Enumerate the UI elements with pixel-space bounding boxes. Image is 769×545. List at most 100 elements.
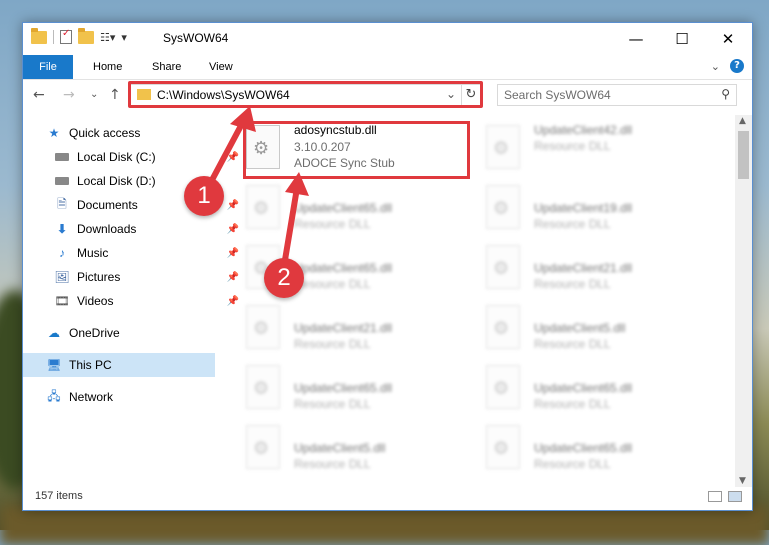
address-highlight-box (128, 81, 483, 108)
file-type: Resource DLL (534, 457, 611, 471)
expand-ribbon-icon[interactable]: ⌄ (711, 60, 720, 73)
back-arrow-icon[interactable]: ← (33, 87, 45, 103)
star-icon: ★ (48, 126, 60, 140)
item-count: 157 items (35, 490, 83, 502)
recent-locations-icon[interactable]: ⌄ (90, 89, 98, 100)
sidebar-item-network[interactable]: 🖧 Network (23, 385, 237, 409)
maximize-button[interactable]: ☐ (659, 23, 705, 55)
tab-file[interactable]: File (23, 55, 73, 79)
sidebar-item-label: Local Disk (D:) (77, 174, 156, 188)
dll-file-icon (246, 185, 280, 229)
documents-icon: 🗎 (57, 196, 67, 211)
file-item[interactable]: UpdateClient21.dll Resource DLL (236, 299, 466, 357)
search-input[interactable]: Search SysWOW64 ⚲ (497, 84, 737, 106)
file-type: Resource DLL (534, 139, 611, 153)
help-icon[interactable]: ? (730, 59, 744, 73)
details-view-icon[interactable] (708, 491, 722, 502)
computer-icon: 🖥 (46, 358, 62, 372)
navigation-pane: ★ Quick access Local Disk (C:) 📌 Local D… (23, 115, 239, 475)
dll-file-icon (486, 365, 520, 409)
sidebar-item-pictures[interactable]: 🖼 Pictures 📌 (23, 265, 245, 289)
dll-file-icon (486, 185, 520, 229)
file-name: UpdateClient21.dll (534, 261, 633, 275)
sidebar-item-label: Local Disk (C:) (77, 150, 156, 164)
download-icon: ⬇ (56, 222, 68, 236)
minimize-button[interactable]: — (613, 23, 659, 55)
file-name: UpdateClient21.dll (294, 321, 393, 335)
vertical-scrollbar[interactable]: ▲ ▼ (735, 115, 752, 487)
file-highlight-box (243, 121, 470, 179)
file-name: UpdateClient5.dll (294, 441, 386, 455)
file-name: UpdateClient42.dll (534, 123, 633, 137)
scrollbar-thumb[interactable] (738, 131, 749, 179)
tab-view[interactable]: View (197, 55, 245, 79)
file-item[interactable]: UpdateClient5.dll Resource DLL (236, 419, 466, 477)
explorer-window: ☷▾ ▾ SysWOW64 — ☐ ✕ File Home Share View… (22, 22, 753, 511)
file-type: Resource DLL (534, 217, 611, 231)
window-title: SysWOW64 (163, 31, 229, 45)
customize-toolbar-icon[interactable]: ☷▾ (100, 31, 115, 44)
dll-file-icon (486, 305, 520, 349)
sidebar-item-label: Documents (77, 198, 138, 212)
new-folder-icon[interactable] (78, 27, 94, 44)
step-1-marker: 1 (184, 176, 224, 216)
dll-file-icon (246, 425, 280, 469)
file-item[interactable]: UpdateClient19.dll Resource DLL (476, 179, 706, 237)
up-arrow-icon[interactable]: ↑ (109, 87, 121, 103)
file-name: UpdateClient65.dll (534, 441, 633, 455)
file-type: Resource DLL (534, 397, 611, 411)
sidebar-item-label: OneDrive (69, 326, 120, 340)
properties-icon[interactable] (60, 28, 72, 44)
videos-icon: 🎞 (54, 294, 70, 308)
close-button[interactable]: ✕ (705, 23, 751, 55)
file-item[interactable]: UpdateClient5.dll Resource DLL (476, 299, 706, 357)
sidebar-item-label: Quick access (69, 126, 141, 140)
file-name: UpdateClient19.dll (534, 201, 633, 215)
forward-arrow-icon[interactable]: → (63, 87, 75, 103)
search-icon[interactable]: ⚲ (721, 87, 730, 101)
file-name: UpdateClient65.dll (294, 381, 393, 395)
tab-share[interactable]: Share (140, 55, 193, 79)
navigation-bar: ← → ⌄ ↑ C:\Windows\SysWOW64 ⌄ ↻ Search S… (23, 80, 752, 112)
network-icon: 🖧 (47, 388, 61, 403)
file-item[interactable]: UpdateClient65.dll Resource DLL (476, 359, 706, 417)
file-type: Resource DLL (294, 277, 371, 291)
file-item[interactable]: UpdateClient42.dll Resource DLL (476, 119, 706, 177)
toolbar-divider (53, 30, 54, 44)
sidebar-item-quick-access[interactable]: ★ Quick access (23, 121, 237, 145)
file-name: UpdateClient5.dll (534, 321, 626, 335)
step-2-marker: 2 (264, 258, 304, 298)
pictures-icon: 🖼 (54, 270, 70, 284)
sidebar-item-onedrive[interactable]: ☁ OneDrive (23, 321, 237, 345)
ribbon-tabs: File Home Share View (23, 55, 752, 80)
sidebar-item-downloads[interactable]: ⬇ Downloads 📌 (23, 217, 245, 241)
sidebar-item-label: Pictures (77, 270, 121, 284)
ribbon-controls: ⌄ ? (711, 59, 744, 73)
sidebar-item-this-pc[interactable]: 🖥 This PC (23, 353, 215, 377)
cloud-icon: ☁ (48, 326, 60, 340)
search-placeholder: Search SysWOW64 (504, 88, 611, 102)
toolbar-dropdown-icon[interactable]: ▾ (121, 31, 127, 44)
status-bar: 157 items (23, 484, 752, 510)
dll-file-icon (246, 305, 280, 349)
sidebar-item-label: This PC (69, 358, 112, 372)
file-item[interactable]: UpdateClient65.dll Resource DLL (476, 419, 706, 477)
sidebar-item-music[interactable]: ♪ Music 📌 (23, 241, 245, 265)
file-item[interactable]: UpdateClient65.dll Resource DLL (236, 359, 466, 417)
file-item[interactable]: UpdateClient65.dll Resource DLL (236, 179, 466, 237)
sidebar-item-label: Downloads (77, 222, 137, 236)
file-type: Resource DLL (294, 337, 371, 351)
file-type: Resource DLL (294, 397, 371, 411)
file-name: UpdateClient65.dll (294, 261, 393, 275)
tab-home[interactable]: Home (81, 55, 134, 79)
folder-icon (31, 27, 47, 44)
sidebar-item-local-disk-c[interactable]: Local Disk (C:) 📌 (23, 145, 245, 169)
scroll-up-icon[interactable]: ▲ (739, 116, 746, 126)
sidebar-item-videos[interactable]: 🎞 Videos 📌 (23, 289, 245, 313)
file-item[interactable]: UpdateClient21.dll Resource DLL (476, 239, 706, 297)
file-type: Resource DLL (294, 217, 371, 231)
drive-icon (53, 150, 71, 164)
dll-file-icon (486, 245, 520, 289)
dll-file-icon (486, 125, 520, 169)
large-icons-view-icon[interactable] (728, 491, 742, 502)
